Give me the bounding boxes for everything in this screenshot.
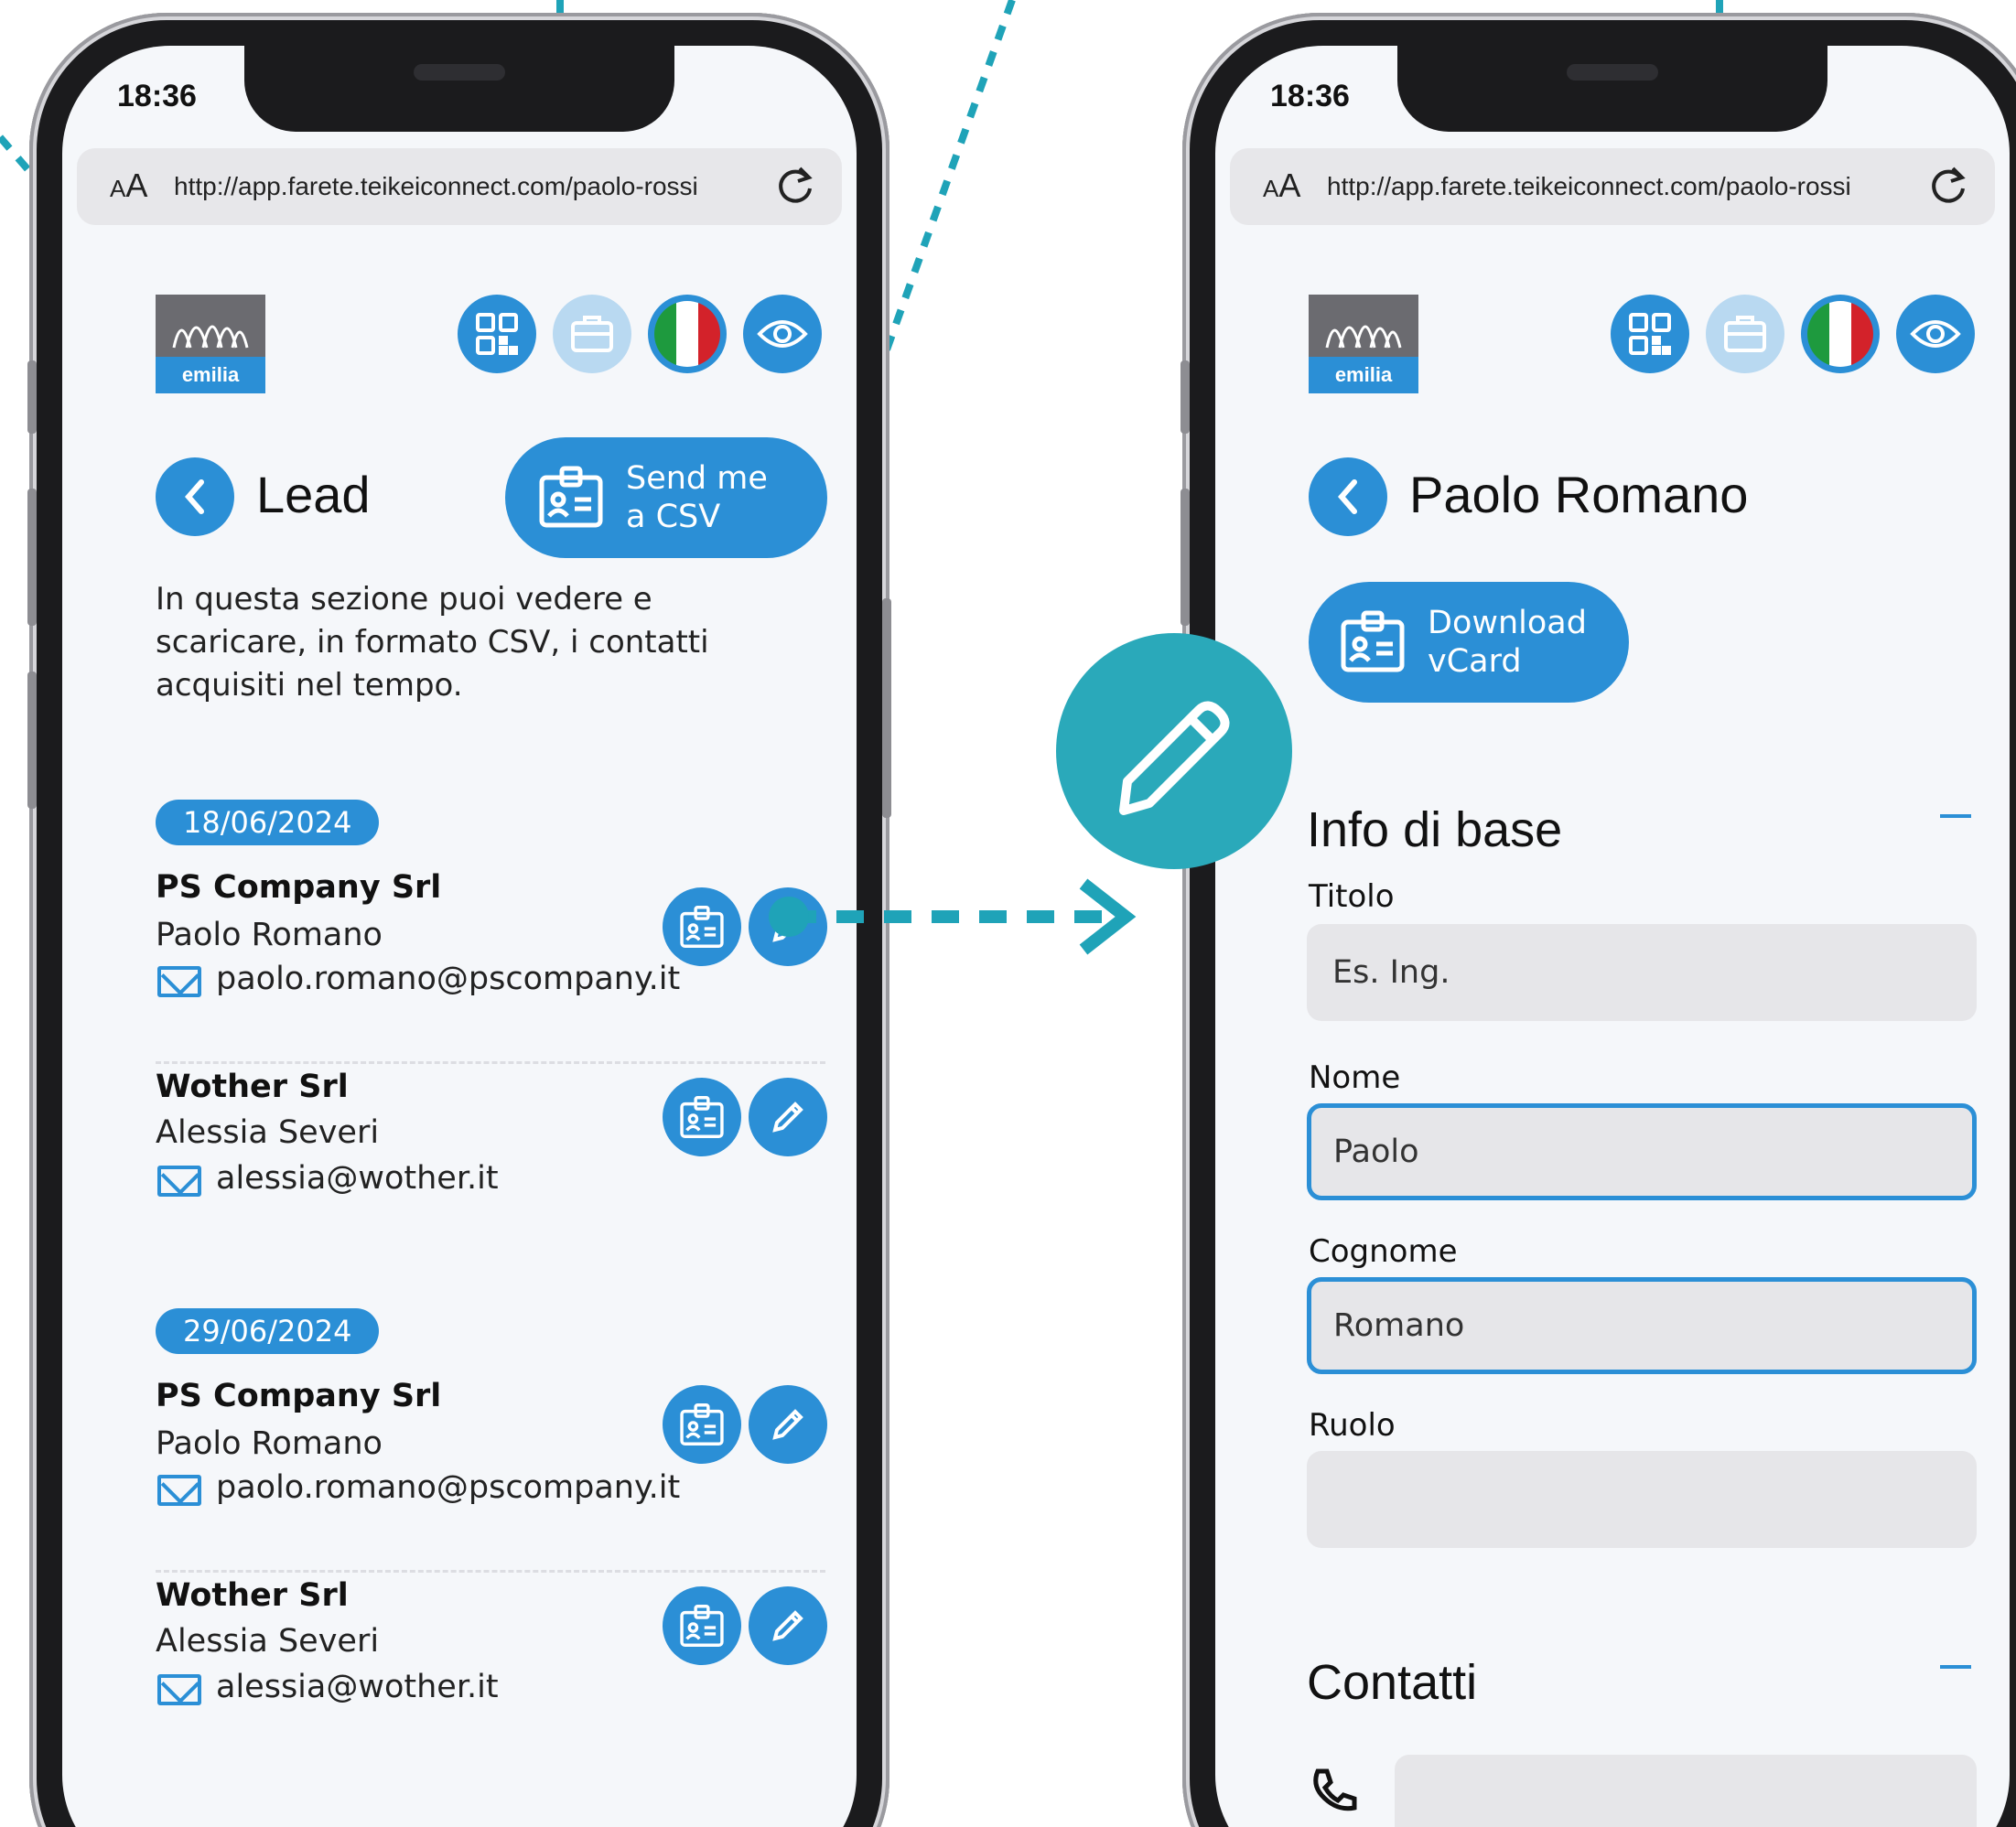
pencil-icon (1119, 701, 1230, 815)
edit-callout-badge (1056, 633, 1292, 869)
flow-arrow (769, 878, 1137, 955)
